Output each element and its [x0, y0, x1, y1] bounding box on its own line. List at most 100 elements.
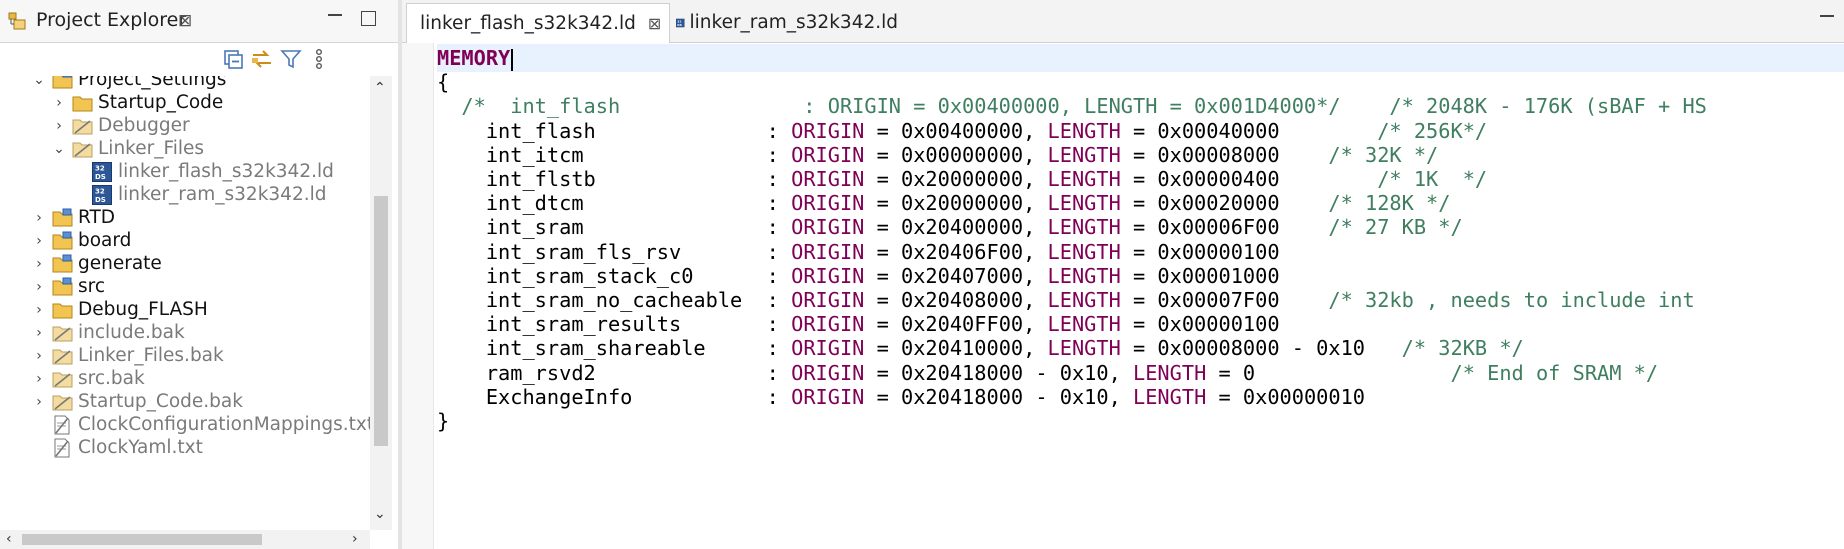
folder-icon	[72, 93, 94, 113]
expand-icon[interactable]: ›	[30, 233, 48, 249]
code-text: = 0x20407000,	[864, 263, 1048, 288]
expand-icon[interactable]: ›	[30, 279, 48, 295]
code-comment: /* 32KB */	[1401, 336, 1524, 361]
ld-file-icon: 32 DS	[92, 161, 114, 182]
project-folder-icon	[52, 208, 74, 228]
collapse-icon[interactable]: ⌄	[50, 141, 68, 157]
scroll-thumb[interactable]	[374, 196, 388, 446]
minimize-icon[interactable]	[1820, 15, 1834, 17]
expand-icon[interactable]: ›	[30, 325, 48, 341]
project-explorer-toolbar	[0, 42, 398, 76]
code-comment: /* 256K*/	[1377, 118, 1488, 143]
tab-label: linker_flash_s32k342.ld	[420, 13, 636, 34]
expand-icon[interactable]: ›	[30, 302, 48, 318]
code-text: = 0x00007F00	[1120, 288, 1329, 312]
tree-item-label: board	[78, 230, 132, 251]
code-text: int_sram :	[437, 215, 792, 240]
excluded-folder-icon	[72, 116, 94, 136]
code-comment: /* 27 KB */	[1328, 215, 1463, 240]
code-text: = 0x00008000	[1120, 142, 1329, 167]
code-keyword: LENGTH	[1047, 118, 1121, 143]
code-text-area[interactable]: MEMORY{ /* int_flash : ORIGIN = 0x004000…	[437, 44, 1844, 549]
tree-item-label: ClockConfigurationMappings.txt	[78, 414, 370, 435]
code-text: = 0x00000100	[1120, 312, 1280, 337]
editor-tab-bar: 32 DS linker_flash_s32k342.ld ⊠ 32 DS li…	[402, 0, 1844, 43]
project-explorer-title[interactable]: Project Explorer	[36, 9, 186, 31]
code-keyword: ORIGIN	[791, 239, 865, 264]
code-text: = 0x00006F00	[1120, 215, 1329, 240]
link-with-editor-icon[interactable]	[249, 46, 275, 72]
tab-linker-flash[interactable]: 32 DS linker_flash_s32k342.ld ⊠	[406, 3, 670, 43]
tree-item-label: Debug_FLASH	[78, 299, 208, 320]
code-keyword: LENGTH	[1047, 263, 1121, 288]
view-menu-icon[interactable]	[306, 46, 332, 72]
expand-icon[interactable]: ›	[30, 371, 48, 387]
ld-file-icon: 32 DS	[676, 18, 685, 27]
project-explorer-header: Project Explorer ⊠	[0, 0, 398, 43]
scroll-right-icon[interactable]: ›	[352, 531, 358, 547]
close-tab-icon[interactable]: ⊠	[648, 14, 661, 33]
code-comment: /* End of SRAM */	[1450, 360, 1659, 385]
expand-icon[interactable]: ›	[30, 348, 48, 364]
code-keyword: LENGTH	[1133, 384, 1207, 409]
excluded-text-file-icon	[52, 415, 74, 435]
tab-label: linker_ram_s32k342.ld	[689, 12, 898, 33]
code-text: = 0x00001000	[1120, 263, 1280, 288]
code-text: int_itcm :	[437, 142, 792, 167]
tree-item-label: linker_flash_s32k342.ld	[118, 161, 334, 182]
code-text: = 0x20000000,	[864, 167, 1048, 191]
collapse-icon[interactable]: ⌄	[30, 76, 48, 88]
code-text: int_sram_fls_rsv :	[437, 239, 792, 264]
code-text: int_sram_stack_c0 :	[437, 263, 792, 288]
code-keyword: LENGTH	[1047, 288, 1121, 312]
scroll-down-icon[interactable]: ⌄	[374, 506, 386, 522]
scroll-thumb[interactable]	[22, 534, 262, 545]
close-view-icon[interactable]: ⊠	[178, 11, 192, 31]
horizontal-scrollbar[interactable]: ‹ ›	[0, 530, 370, 549]
scroll-up-icon[interactable]: ⌃	[374, 80, 386, 96]
code-keyword: MEMORY	[437, 46, 511, 70]
project-explorer-panel: Project Explorer ⊠ ⌄ Project_Settings › Sta…	[0, 0, 398, 549]
expand-icon[interactable]: ›	[30, 394, 48, 410]
project-folder-icon	[52, 231, 74, 251]
expand-icon[interactable]: ›	[50, 95, 68, 111]
code-text: int_dtcm :	[437, 191, 792, 216]
expand-icon[interactable]: ›	[30, 210, 48, 226]
svg-text:DS: DS	[95, 173, 106, 181]
tree-item-label: Debugger	[98, 115, 190, 136]
tree-item-label: ClockYaml.txt	[78, 437, 203, 458]
project-folder-icon	[52, 76, 74, 90]
code-comment: /* 128K */	[1328, 191, 1451, 216]
maximize-icon[interactable]	[361, 11, 376, 26]
vertical-scrollbar[interactable]: ⌃ ⌄	[370, 76, 392, 530]
minimize-icon[interactable]	[328, 14, 342, 18]
excluded-folder-icon	[52, 369, 74, 389]
code-text: {	[437, 70, 450, 95]
project-folder-icon	[52, 254, 74, 274]
code-keyword: ORIGIN	[791, 167, 865, 191]
code-keyword: ORIGIN	[791, 288, 865, 312]
tab-linker-ram[interactable]: 32 DS linker_ram_s32k342.ld	[668, 3, 898, 42]
tree-item-label: RTD	[78, 207, 116, 228]
tree-item-label: linker_ram_s32k342.ld	[118, 184, 327, 205]
code-text: = 0x00000100	[1120, 239, 1280, 264]
code-keyword: LENGTH	[1047, 239, 1121, 264]
code-text: = 0x00000010	[1206, 384, 1366, 409]
expand-icon[interactable]: ›	[50, 118, 68, 134]
code-text: = 0x2040FF00,	[864, 312, 1048, 337]
tree-item[interactable]: ClockYaml.txt	[30, 434, 203, 461]
expand-icon[interactable]: ›	[30, 256, 48, 272]
code-comment: /* 32kb , needs to include int	[1328, 288, 1695, 312]
tree-item-label: Project_Settings	[78, 76, 227, 90]
tree-item-label: include.bak	[78, 322, 185, 343]
collapse-all-icon[interactable]	[220, 46, 246, 72]
scroll-left-icon[interactable]: ‹	[6, 531, 12, 547]
code-text: int_sram_no_cacheable :	[437, 288, 792, 312]
code-text: = 0x20400000,	[864, 215, 1048, 240]
filter-icon[interactable]	[278, 46, 304, 72]
editor-gutter	[402, 43, 434, 549]
excluded-folder-icon	[52, 346, 74, 366]
excluded-folder-icon	[72, 139, 94, 159]
code-text: = 0x00020000	[1120, 191, 1329, 216]
code-text: = 0x20418000 - 0x10,	[864, 360, 1134, 385]
